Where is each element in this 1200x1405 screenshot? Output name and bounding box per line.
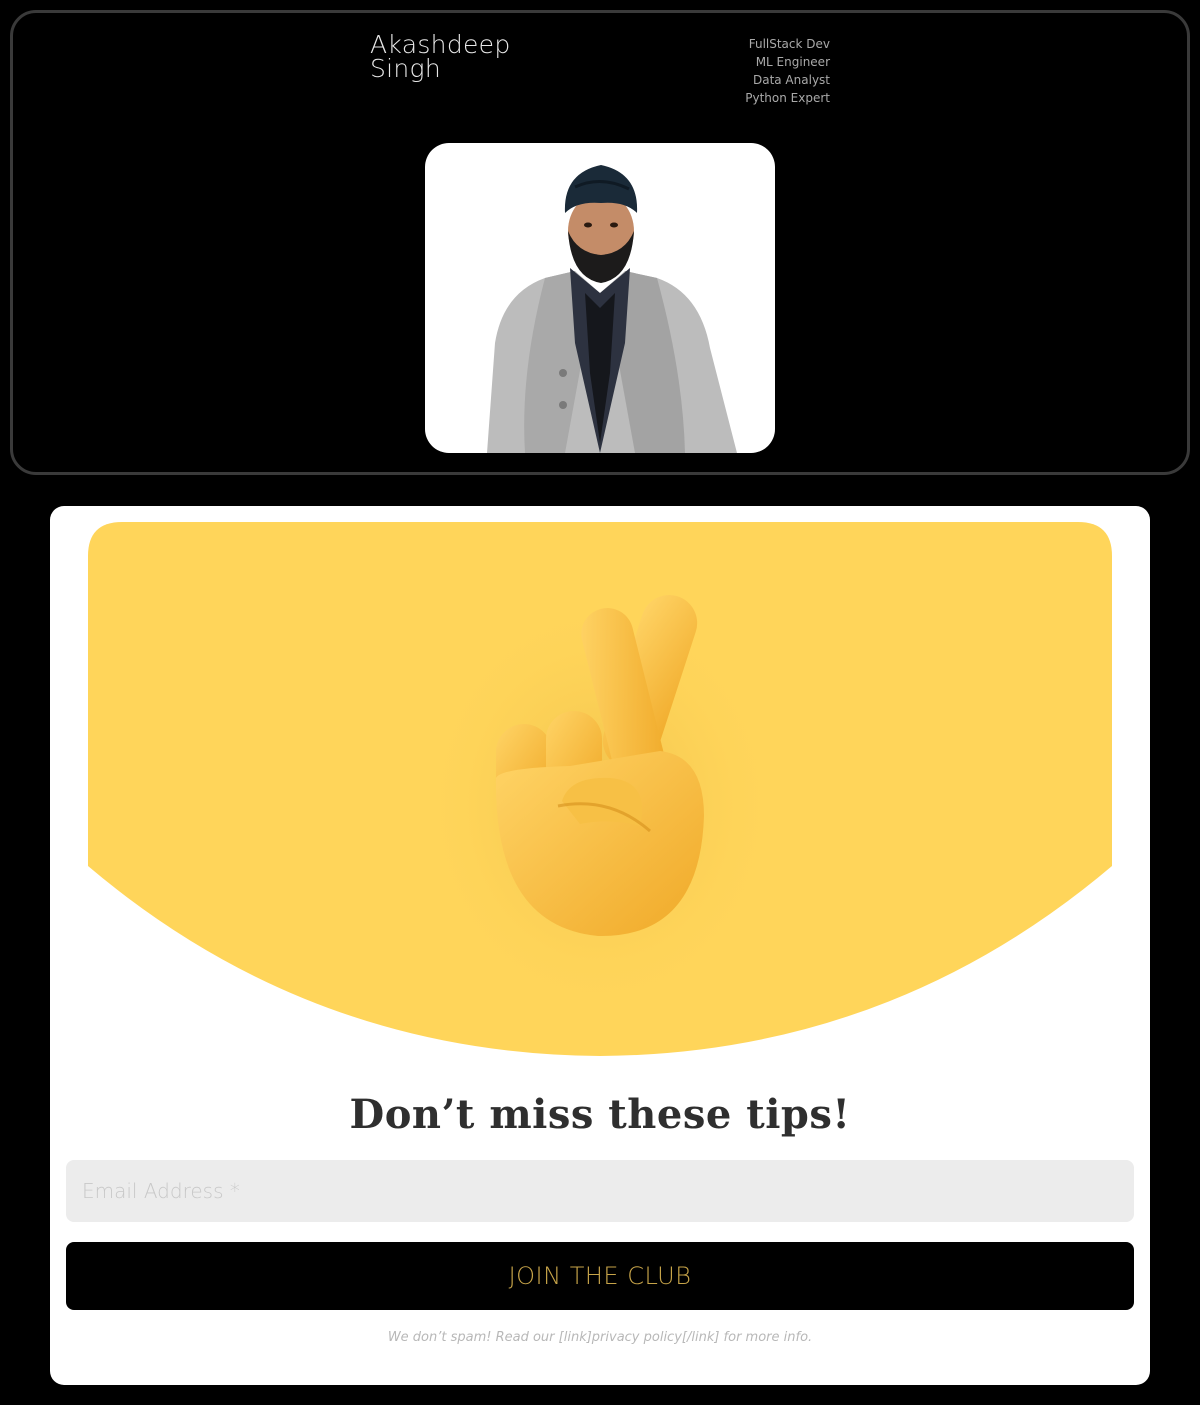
role-item: ML Engineer — [755, 55, 830, 69]
profile-photo — [425, 143, 775, 453]
hero-banner — [50, 506, 1150, 1066]
join-the-club-button[interactable]: JOIN THE CLUB — [66, 1242, 1134, 1310]
site-name[interactable]: Akashdeep Singh — [370, 32, 570, 81]
headline: Don’t miss these tips! — [349, 1091, 851, 1138]
role-item: FullStack Dev — [748, 37, 830, 51]
privacy-disclaimer: We don’t spam! Read our [link]privacy po… — [387, 1330, 813, 1345]
role-item: Python Expert — [745, 91, 830, 105]
newsletter-card: Don’t miss these tips! JOIN THE CLUB We … — [50, 506, 1150, 1385]
crossed-fingers-icon — [88, 522, 1112, 1056]
role-item: Data Analyst — [752, 73, 830, 87]
person-portrait-icon — [487, 165, 737, 453]
email-field[interactable] — [66, 1160, 1134, 1222]
role-list: FullStack Dev ML Engineer Data Analyst P… — [633, 35, 830, 107]
profile-header: Akashdeep Singh FullStack Dev ML Enginee… — [10, 10, 1190, 475]
